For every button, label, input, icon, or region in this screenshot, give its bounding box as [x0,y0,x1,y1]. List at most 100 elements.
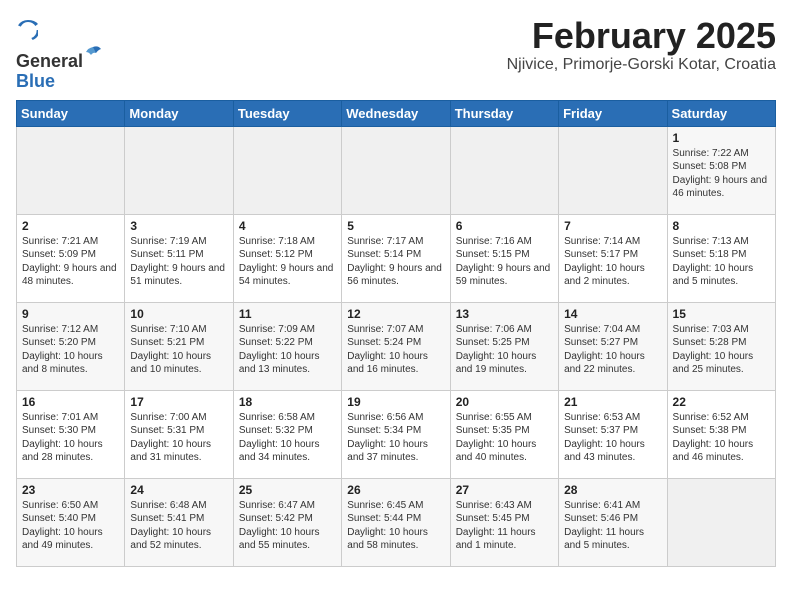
day-info: Sunrise: 6:48 AM Sunset: 5:41 PM Dayligh… [130,499,227,553]
day-info: Sunrise: 7:04 AM Sunset: 5:27 PM Dayligh… [564,323,661,377]
weekday-header-wednesday: Wednesday [342,100,450,126]
day-number: 7 [564,219,661,233]
day-number: 20 [456,395,553,409]
day-number: 3 [130,219,227,233]
day-number: 2 [22,219,119,233]
day-number: 8 [673,219,770,233]
day-number: 21 [564,395,661,409]
weekday-header-sunday: Sunday [17,100,125,126]
day-number: 12 [347,307,444,321]
day-number: 27 [456,483,553,497]
calendar-cell: 9 Sunrise: 7:12 AM Sunset: 5:20 PM Daylig… [17,302,125,390]
title-block: February 2025 Njivice, Primorje-Gorski K… [507,16,776,74]
calendar-cell: 3 Sunrise: 7:19 AM Sunset: 5:11 PM Daylig… [125,214,233,302]
weekday-header-monday: Monday [125,100,233,126]
calendar-cell: 6 Sunrise: 7:16 AM Sunset: 5:15 PM Daylig… [450,214,558,302]
day-info: Sunrise: 6:53 AM Sunset: 5:37 PM Dayligh… [564,411,661,465]
day-number: 18 [239,395,336,409]
day-info: Sunrise: 7:07 AM Sunset: 5:24 PM Dayligh… [347,323,444,377]
day-info: Sunrise: 6:55 AM Sunset: 5:35 PM Dayligh… [456,411,553,465]
calendar-cell [450,126,558,214]
day-info: Sunrise: 7:03 AM Sunset: 5:28 PM Dayligh… [673,323,770,377]
logo-blue-text: Blue [16,72,103,92]
day-info: Sunrise: 7:16 AM Sunset: 5:15 PM Dayligh… [456,235,553,289]
day-number: 24 [130,483,227,497]
day-info: Sunrise: 6:58 AM Sunset: 5:32 PM Dayligh… [239,411,336,465]
day-info: Sunrise: 6:45 AM Sunset: 5:44 PM Dayligh… [347,499,444,553]
calendar-cell: 13 Sunrise: 7:06 AM Sunset: 5:25 PM Dayli… [450,302,558,390]
day-info: Sunrise: 7:17 AM Sunset: 5:14 PM Dayligh… [347,235,444,289]
calendar-cell [125,126,233,214]
calendar-cell: 20 Sunrise: 6:55 AM Sunset: 5:35 PM Dayli… [450,390,558,478]
day-number: 25 [239,483,336,497]
day-number: 17 [130,395,227,409]
day-info: Sunrise: 6:52 AM Sunset: 5:38 PM Dayligh… [673,411,770,465]
day-info: Sunrise: 7:19 AM Sunset: 5:11 PM Dayligh… [130,235,227,289]
day-number: 23 [22,483,119,497]
calendar-cell: 16 Sunrise: 7:01 AM Sunset: 5:30 PM Dayli… [17,390,125,478]
day-number: 22 [673,395,770,409]
calendar-cell: 26 Sunrise: 6:45 AM Sunset: 5:44 PM Dayli… [342,478,450,566]
calendar-cell: 14Sunrise: 7:04 AM Sunset: 5:27 PM Dayli… [559,302,667,390]
calendar-cell: 22 Sunrise: 6:52 AM Sunset: 5:38 PM Dayli… [667,390,775,478]
day-number: 19 [347,395,444,409]
day-number: 9 [22,307,119,321]
day-info: Sunrise: 7:13 AM Sunset: 5:18 PM Dayligh… [673,235,770,289]
calendar-cell: 28 Sunrise: 6:41 AM Sunset: 5:46 PM Dayli… [559,478,667,566]
weekday-header-tuesday: Tuesday [233,100,341,126]
day-number: 28 [564,483,661,497]
calendar-cell: 8 Sunrise: 7:13 AM Sunset: 5:18 PM Daylig… [667,214,775,302]
calendar-cell: 18 Sunrise: 6:58 AM Sunset: 5:32 PM Dayli… [233,390,341,478]
day-number: 26 [347,483,444,497]
calendar-cell: 11 Sunrise: 7:09 AM Sunset: 5:22 PM Dayli… [233,302,341,390]
calendar-cell: 24 Sunrise: 6:48 AM Sunset: 5:41 PM Dayli… [125,478,233,566]
calendar-cell [667,478,775,566]
calendar-cell: 7 Sunrise: 7:14 AM Sunset: 5:17 PM Daylig… [559,214,667,302]
weekday-header-thursday: Thursday [450,100,558,126]
calendar-cell [559,126,667,214]
day-number: 4 [239,219,336,233]
day-number: 11 [239,307,336,321]
calendar-cell [342,126,450,214]
day-info: Sunrise: 6:41 AM Sunset: 5:46 PM Dayligh… [564,499,661,553]
calendar-cell: 27 Sunrise: 6:43 AM Sunset: 5:45 PM Dayli… [450,478,558,566]
day-info: Sunrise: 7:10 AM Sunset: 5:21 PM Dayligh… [130,323,227,377]
day-info: Sunrise: 7:00 AM Sunset: 5:31 PM Dayligh… [130,411,227,465]
calendar-table: SundayMondayTuesdayWednesdayThursdayFrid… [16,100,776,567]
calendar-cell: 15 Sunrise: 7:03 AM Sunset: 5:28 PM Dayli… [667,302,775,390]
day-number: 10 [130,307,227,321]
logo: General Blue [16,20,103,92]
calendar-cell: 25 Sunrise: 6:47 AM Sunset: 5:42 PM Dayli… [233,478,341,566]
day-info: Sunrise: 7:09 AM Sunset: 5:22 PM Dayligh… [239,323,336,377]
logo-bird-icon [84,45,102,67]
day-number: 1 [673,131,770,145]
calendar-cell: 1 Sunrise: 7:22 AM Sunset: 5:08 PM Daylig… [667,126,775,214]
day-info: Sunrise: 7:22 AM Sunset: 5:08 PM Dayligh… [673,147,770,201]
day-info: Sunrise: 7:21 AM Sunset: 5:09 PM Dayligh… [22,235,119,289]
day-info: Sunrise: 7:14 AM Sunset: 5:17 PM Dayligh… [564,235,661,289]
calendar-cell: 23 Sunrise: 6:50 AM Sunset: 5:40 PM Dayli… [17,478,125,566]
month-title: February 2025 [507,16,776,56]
day-info: Sunrise: 6:56 AM Sunset: 5:34 PM Dayligh… [347,411,444,465]
day-info: Sunrise: 7:12 AM Sunset: 5:20 PM Dayligh… [22,323,119,377]
weekday-header-friday: Friday [559,100,667,126]
day-number: 6 [456,219,553,233]
calendar-cell: 10 Sunrise: 7:10 AM Sunset: 5:21 PM Dayli… [125,302,233,390]
logo-general-text: General [16,52,83,72]
day-info: Sunrise: 6:47 AM Sunset: 5:42 PM Dayligh… [239,499,336,553]
calendar-cell: 21 Sunrise: 6:53 AM Sunset: 5:37 PM Dayli… [559,390,667,478]
day-number: 13 [456,307,553,321]
calendar-cell: 19 Sunrise: 6:56 AM Sunset: 5:34 PM Dayli… [342,390,450,478]
day-info: Sunrise: 7:01 AM Sunset: 5:30 PM Dayligh… [22,411,119,465]
day-info: Sunrise: 6:50 AM Sunset: 5:40 PM Dayligh… [22,499,119,553]
day-number: 5 [347,219,444,233]
day-number: 16 [22,395,119,409]
day-info: Sunrise: 7:06 AM Sunset: 5:25 PM Dayligh… [456,323,553,377]
calendar-cell: 12 Sunrise: 7:07 AM Sunset: 5:24 PM Dayli… [342,302,450,390]
calendar-cell [233,126,341,214]
page-header: General Blue February 2025 Njivice, Prim… [16,16,776,92]
day-info: Sunrise: 6:43 AM Sunset: 5:45 PM Dayligh… [456,499,553,553]
day-number: 15 [673,307,770,321]
calendar-cell [17,126,125,214]
calendar-cell: 2 Sunrise: 7:21 AM Sunset: 5:09 PM Daylig… [17,214,125,302]
